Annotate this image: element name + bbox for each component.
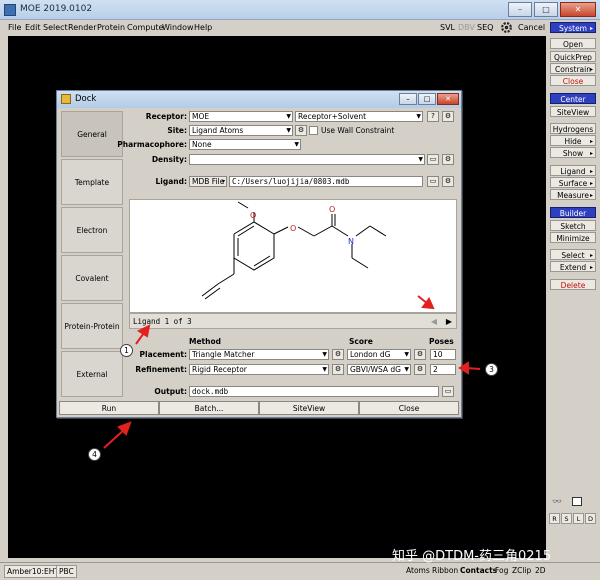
annotation-marker-2: 2 <box>410 288 416 297</box>
watermark-text: 知乎 @DTDM-药三角0215 <box>392 549 552 564</box>
annotation-marker-4: 4 <box>88 448 101 461</box>
annotation-overlay <box>103 295 481 449</box>
annotation-marker-1: 1 <box>120 344 133 357</box>
annotation-arrowhead-1 <box>136 324 151 338</box>
annotation-marker-3: 3 <box>485 363 498 376</box>
annotation-arrowhead-3 <box>458 361 469 375</box>
